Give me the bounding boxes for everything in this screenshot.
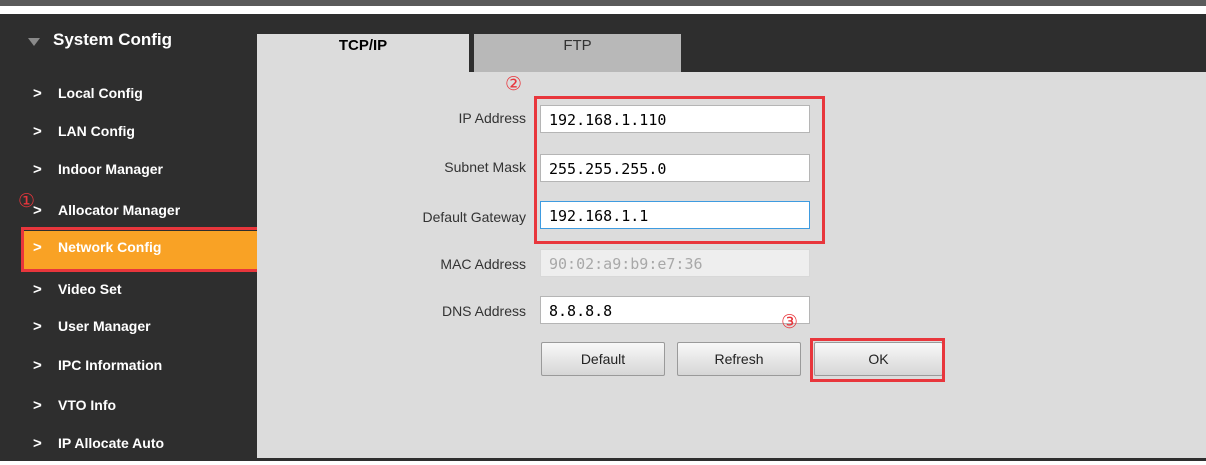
sidebar-item-label: Video Set	[58, 281, 122, 297]
chevron-right-icon: >	[33, 397, 42, 414]
sidebar-item-video-set[interactable]: > Video Set	[0, 278, 257, 304]
highlight-ok-button	[810, 338, 945, 382]
sidebar-item-label: Local Config	[58, 85, 143, 101]
sidebar-item-vto-info[interactable]: > VTO Info	[0, 394, 257, 420]
default-button[interactable]: Default	[541, 342, 665, 376]
sidebar-item-ip-allocate-auto[interactable]: > IP Allocate Auto	[0, 432, 257, 458]
sidebar-item-label: User Manager	[58, 318, 151, 334]
chevron-right-icon: >	[33, 357, 42, 374]
tab-tcp-ip[interactable]: TCP/IP	[257, 34, 469, 72]
chevron-right-icon: >	[33, 318, 42, 335]
tab-ftp[interactable]: FTP	[474, 34, 681, 72]
step-2-marker: ②	[505, 73, 523, 95]
collapse-triangle-icon	[28, 38, 40, 46]
top-bar	[0, 0, 1206, 6]
sidebar-item-label: IP Allocate Auto	[58, 435, 165, 451]
dns-address-field[interactable]: 8.8.8.8	[540, 296, 810, 324]
step-3-marker: ③	[781, 311, 799, 333]
sidebar-header-system-config[interactable]: System Config	[0, 28, 257, 56]
sidebar-header-label: System Config	[53, 30, 173, 49]
mac-address-field: 90:02:a9:b9:e7:36	[540, 249, 810, 277]
chevron-right-icon: >	[33, 281, 42, 298]
sidebar-item-label: IPC Information	[58, 357, 163, 373]
default-gateway-label: Default Gateway	[422, 209, 527, 225]
mac-address-label: MAC Address	[440, 256, 526, 272]
ip-address-label: IP Address	[458, 110, 526, 126]
sidebar-item-local-config[interactable]: > Local Config	[0, 82, 257, 108]
sidebar-item-label: VTO Info	[58, 397, 117, 413]
subnet-mask-label: Subnet Mask	[444, 159, 526, 175]
bottom-bar	[0, 458, 1206, 461]
highlight-ip-fields	[534, 96, 825, 244]
sidebar-item-ipc-information[interactable]: > IPC Information	[0, 354, 257, 380]
chevron-right-icon: >	[33, 435, 42, 452]
refresh-button[interactable]: Refresh	[677, 342, 801, 376]
dns-address-label: DNS Address	[441, 303, 526, 319]
chevron-right-icon: >	[33, 85, 42, 102]
